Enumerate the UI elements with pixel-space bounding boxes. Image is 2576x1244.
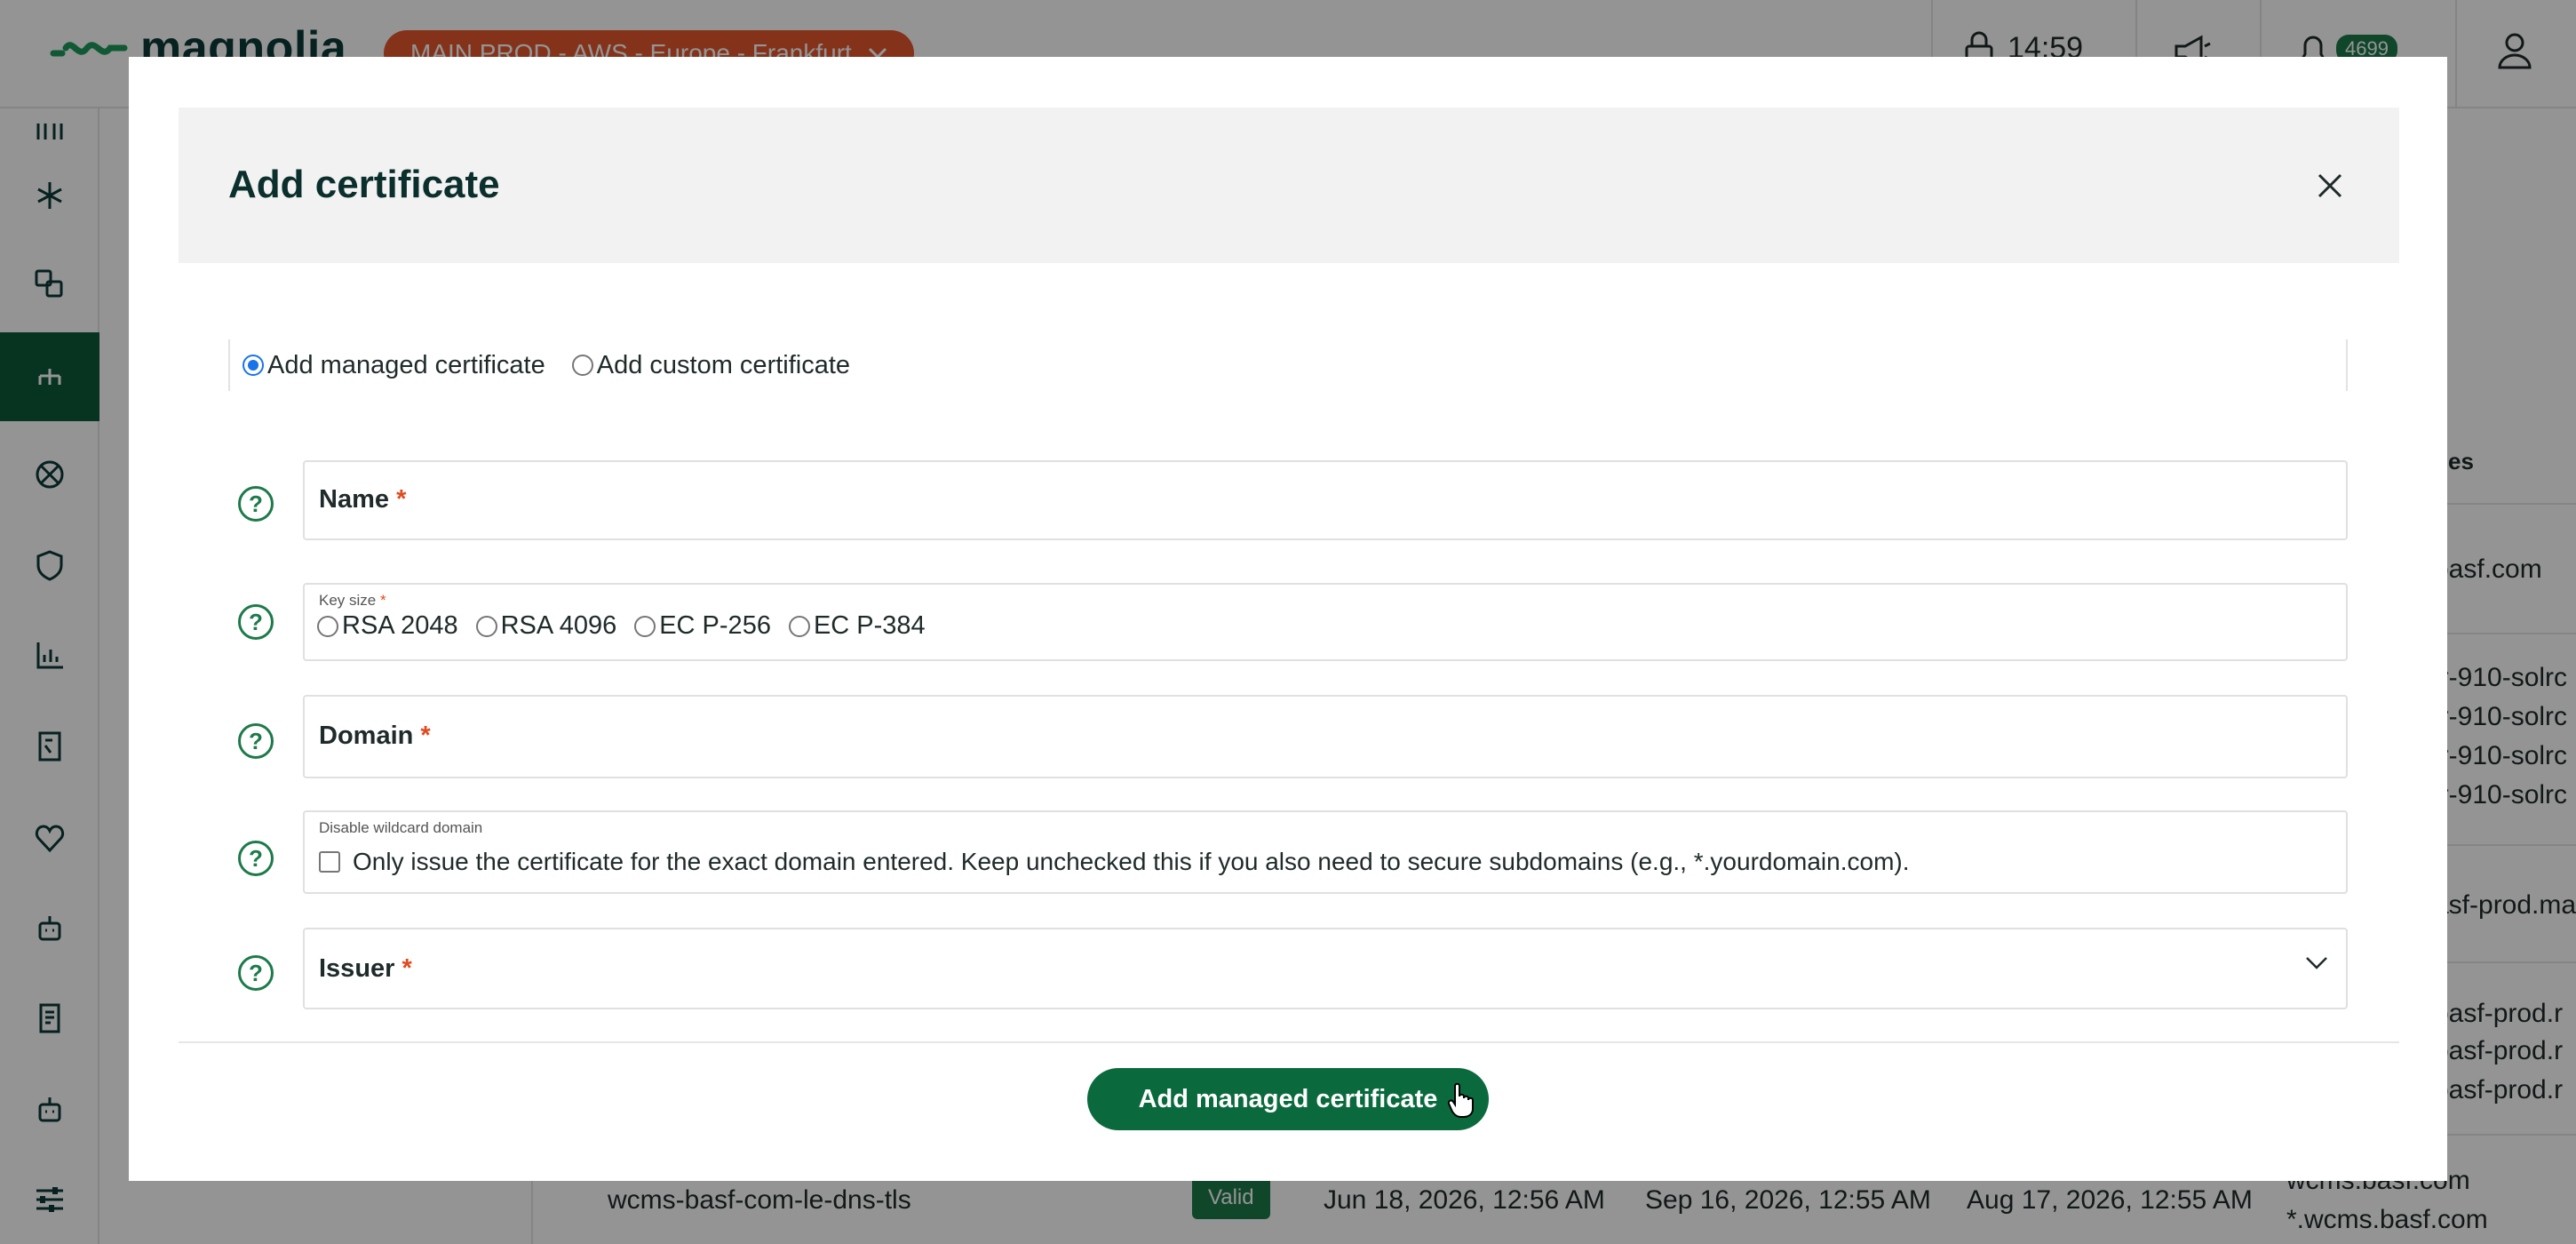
custom-certificate-label: Add custom certificate — [596, 350, 851, 379]
radio[interactable] — [634, 615, 656, 637]
custom-certificate-radio[interactable] — [571, 355, 593, 376]
close-icon — [2318, 173, 2342, 198]
help-icon[interactable]: ? — [238, 604, 274, 640]
dialog-header: Add certificate — [179, 108, 2399, 263]
key-size-option-rsa-2048[interactable]: RSA 2048 — [317, 611, 458, 641]
chevron-down-icon — [2306, 957, 2327, 969]
radio[interactable] — [788, 615, 810, 637]
key-size-label: Key size * — [319, 592, 386, 609]
domain-label: Domain * — [319, 722, 431, 750]
name-label: Name * — [319, 485, 407, 514]
footer-divider — [179, 1041, 2399, 1043]
help-icon[interactable]: ? — [238, 723, 274, 759]
disable-wildcard-checkbox[interactable] — [319, 851, 340, 873]
key-size-options: RSA 2048 RSA 4096 EC P-256 EC P-384 — [317, 611, 926, 641]
wildcard-description: Only issue the certificate for the exact… — [353, 848, 1910, 875]
domain-field[interactable]: Domain * — [303, 695, 2348, 778]
dialog-title: Add certificate — [228, 163, 500, 206]
custom-certificate-option[interactable]: Add custom certificate — [571, 350, 851, 380]
issuer-select[interactable]: Issuer * — [303, 928, 2348, 1009]
help-icon[interactable]: ? — [238, 841, 274, 876]
managed-certificate-radio[interactable] — [242, 355, 264, 376]
managed-certificate-label: Add managed certificate — [267, 350, 545, 379]
help-icon[interactable]: ? — [238, 955, 274, 991]
key-size-option-ec-p256[interactable]: EC P-256 — [634, 611, 771, 641]
close-button[interactable] — [2310, 166, 2349, 205]
managed-certificate-option[interactable]: Add managed certificate — [242, 351, 545, 380]
wildcard-field: Disable wildcard domain Only issue the c… — [303, 810, 2348, 894]
wildcard-option[interactable]: Only issue the certificate for the exact… — [319, 848, 1910, 876]
key-size-option-ec-p384[interactable]: EC P-384 — [788, 611, 926, 641]
key-size-option-rsa-4096[interactable]: RSA 4096 — [475, 611, 616, 641]
help-icon[interactable]: ? — [238, 486, 274, 522]
name-field[interactable]: Name * — [303, 460, 2348, 540]
wildcard-label: Disable wildcard domain — [319, 819, 483, 836]
add-managed-certificate-button[interactable]: Add managed certificate — [1087, 1068, 1489, 1130]
key-size-field: Key size * RSA 2048 RSA 4096 EC P-256 EC… — [303, 583, 2348, 661]
certificate-type-group: Add managed certificate Add custom certi… — [228, 339, 2348, 391]
add-certificate-dialog: Add certificate Add managed certificate … — [129, 57, 2447, 1181]
radio[interactable] — [317, 615, 338, 637]
hand-cursor-icon — [1448, 1082, 1474, 1118]
radio[interactable] — [475, 615, 497, 637]
issuer-label: Issuer * — [319, 954, 412, 983]
